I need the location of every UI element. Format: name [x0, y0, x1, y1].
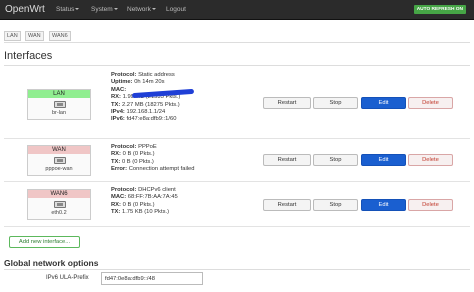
auto-refresh-toggle[interactable]: AUTO REFRESH ON [413, 5, 466, 14]
edit-button-wan6[interactable]: Edit [361, 199, 406, 211]
delete-button-wan6[interactable]: Delete [408, 199, 453, 211]
ula-prefix-label: IPv6 ULA-Prefix [46, 275, 89, 281]
tab-lan[interactable]: LAN [4, 31, 21, 41]
delete-button-wan[interactable]: Delete [408, 154, 453, 166]
interface-name: WAN6 [28, 190, 90, 198]
restart-button-wan6[interactable]: Restart [263, 199, 311, 211]
stop-button-wan[interactable]: Stop [313, 154, 358, 166]
nav-system[interactable]: System [91, 6, 118, 13]
nav-status[interactable]: Status [56, 6, 80, 13]
edit-button-lan[interactable]: Edit [361, 97, 406, 109]
interface-status-lan: Protocol: Static address Uptime: 0h 14m … [111, 72, 181, 123]
interface-device: pppoe-wan [45, 166, 73, 172]
interface-badge-wan6: WAN6 eth0.2 [27, 189, 91, 220]
title-divider [4, 65, 470, 66]
delete-button-lan[interactable]: Delete [408, 97, 453, 109]
network-port-icon [54, 157, 66, 164]
interface-device: br-lan [51, 110, 67, 116]
nav-network[interactable]: Network [127, 6, 156, 13]
chevron-down-icon [151, 8, 156, 11]
interface-status-wan6: Protocol: DHCPv6 client MAC: 68:FF:7B:AA… [111, 187, 178, 216]
interface-name: LAN [28, 90, 90, 98]
page-title: Interfaces [4, 50, 53, 62]
tab-wan[interactable]: WAN [25, 31, 44, 41]
top-navbar: OpenWrt Status System Network Logout AUT… [0, 0, 474, 20]
network-port-icon [54, 201, 66, 208]
row-divider [4, 226, 470, 227]
ula-prefix-input[interactable] [101, 272, 203, 285]
stop-button-wan6[interactable]: Stop [313, 199, 358, 211]
global-options-heading: Global network options [4, 258, 99, 268]
tab-divider [4, 42, 470, 43]
row-divider [4, 181, 470, 182]
chevron-down-icon [113, 8, 118, 11]
interface-name: WAN [28, 146, 90, 154]
add-interface-button[interactable]: Add new interface... [9, 236, 80, 248]
interface-badge-lan: LAN br-lan [27, 89, 91, 120]
nav-logout[interactable]: Logout [166, 6, 186, 13]
restart-button-lan[interactable]: Restart [263, 97, 311, 109]
chevron-down-icon [75, 8, 80, 11]
stop-button-lan[interactable]: Stop [313, 97, 358, 109]
interface-device: eth0.2 [51, 210, 67, 216]
row-divider [4, 138, 470, 139]
interface-status-wan: Protocol: PPPoE RX: 0 B (0 Pkts.) TX: 0 … [111, 144, 195, 173]
edit-button-wan[interactable]: Edit [361, 154, 406, 166]
global-divider [4, 269, 470, 270]
tab-wan6[interactable]: WAN6 [49, 31, 71, 41]
brand-logo[interactable]: OpenWrt [5, 4, 45, 15]
interface-badge-wan: WAN pppoe-wan [27, 145, 91, 176]
restart-button-wan[interactable]: Restart [263, 154, 311, 166]
network-bridge-icon [54, 101, 66, 108]
